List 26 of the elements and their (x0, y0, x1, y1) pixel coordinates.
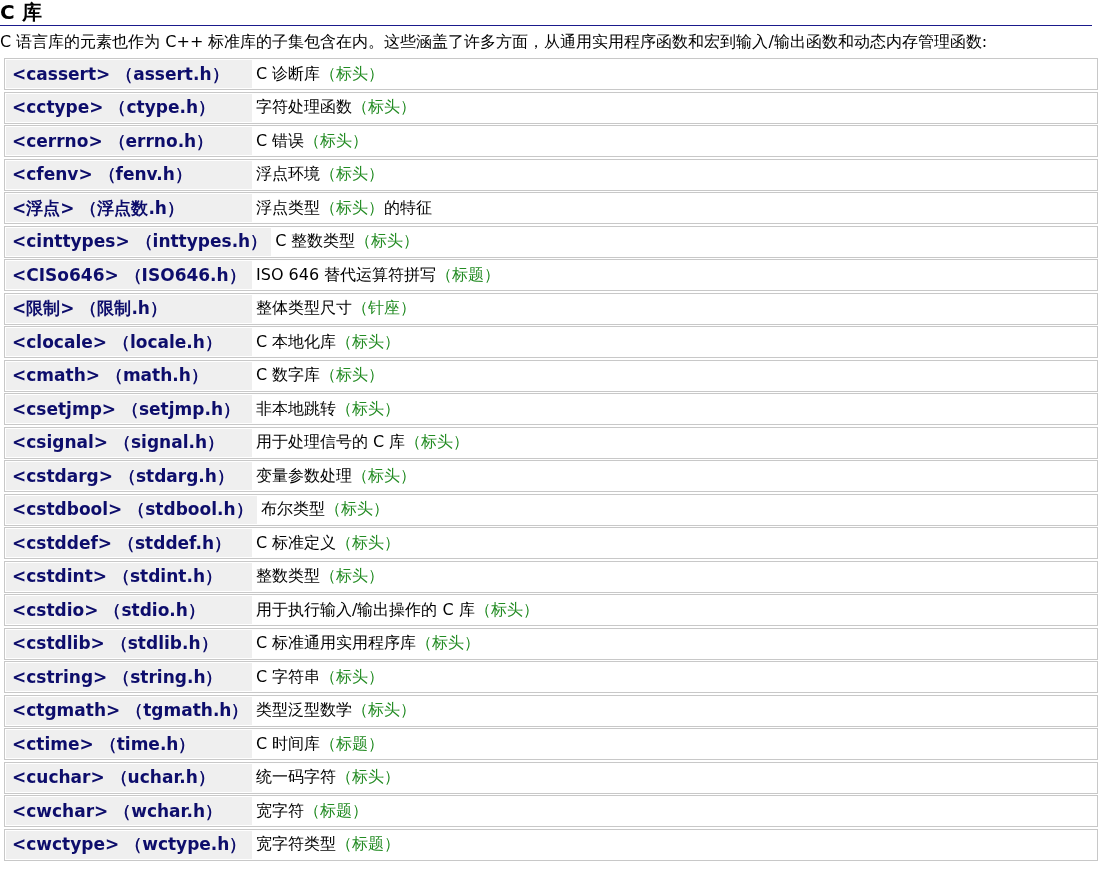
library-description: 类型泛型数学（标头） (256, 700, 417, 721)
library-description: C 时间库（标题） (256, 733, 385, 755)
library-description: 用于执行输入/输出操作的 C 库（标头） (256, 599, 539, 621)
library-description: 宽字符类型（标题） (256, 834, 400, 855)
library-description: 布尔类型（标头） (260, 499, 389, 520)
library-description: 字符处理函数（标头） (256, 97, 416, 118)
library-description: 宽字符（标题） (256, 800, 368, 822)
library-description: 浮点类型（标头）的特征 (256, 197, 432, 219)
library-description: 非本地跳转（标头） (256, 398, 400, 420)
intro-paragraph: C 语言库的元素也作为 C++ 标准库的子集包含在内。这些涵盖了许多方面，从通用实用程序函数和宏到输入/输出函数和动态内存管理函数: (0, 31, 989, 53)
section-title: C 库 (0, 0, 1092, 26)
library-description: C 标准通用实用程序库（标头） (256, 633, 481, 654)
library-description: C 诊断库（标头） (256, 63, 385, 85)
library-description: C 数字库（标头） (256, 365, 385, 386)
library-description: 浮点环境（标头） (256, 164, 384, 185)
library-description: C 标准定义（标头） (256, 532, 401, 554)
library-description: C 字符串（标头） (256, 666, 385, 688)
library-description: 整体类型尺寸（针座） (256, 298, 416, 319)
library-description: 变量参数处理（标头） (256, 465, 416, 487)
library-description: C 本地化库（标头） (256, 331, 401, 353)
library-description: 用于处理信号的 C 库（标头） (256, 432, 470, 453)
library-description: C 整数类型（标头） (275, 231, 420, 252)
library-description: 统一码字符（标头） (256, 767, 400, 788)
library-description: C 错误（标头） (256, 130, 369, 152)
library-description: 整数类型（标头） (256, 566, 384, 587)
library-description: ISO 646 替代运算符拼写（标题） (256, 264, 501, 286)
